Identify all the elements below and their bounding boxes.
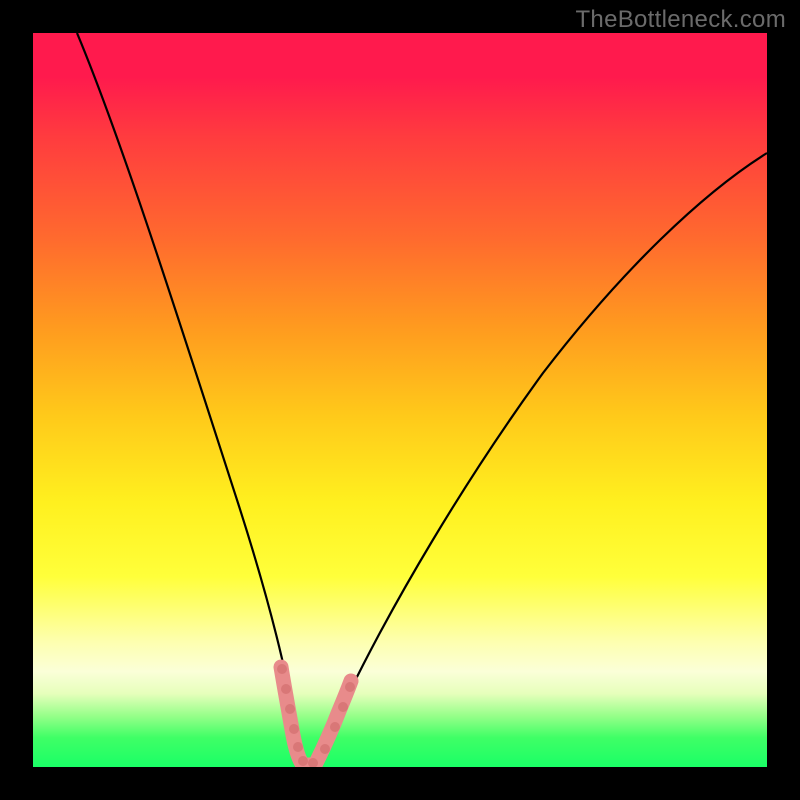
chart-frame: TheBottleneck.com <box>0 0 800 800</box>
watermark-text: TheBottleneck.com <box>575 6 786 34</box>
chart-svg <box>33 33 767 767</box>
highlight-range-dots <box>277 664 355 767</box>
highlight-range-stroke <box>281 667 351 765</box>
bottleneck-curve <box>77 33 767 766</box>
plot-area <box>33 33 767 767</box>
